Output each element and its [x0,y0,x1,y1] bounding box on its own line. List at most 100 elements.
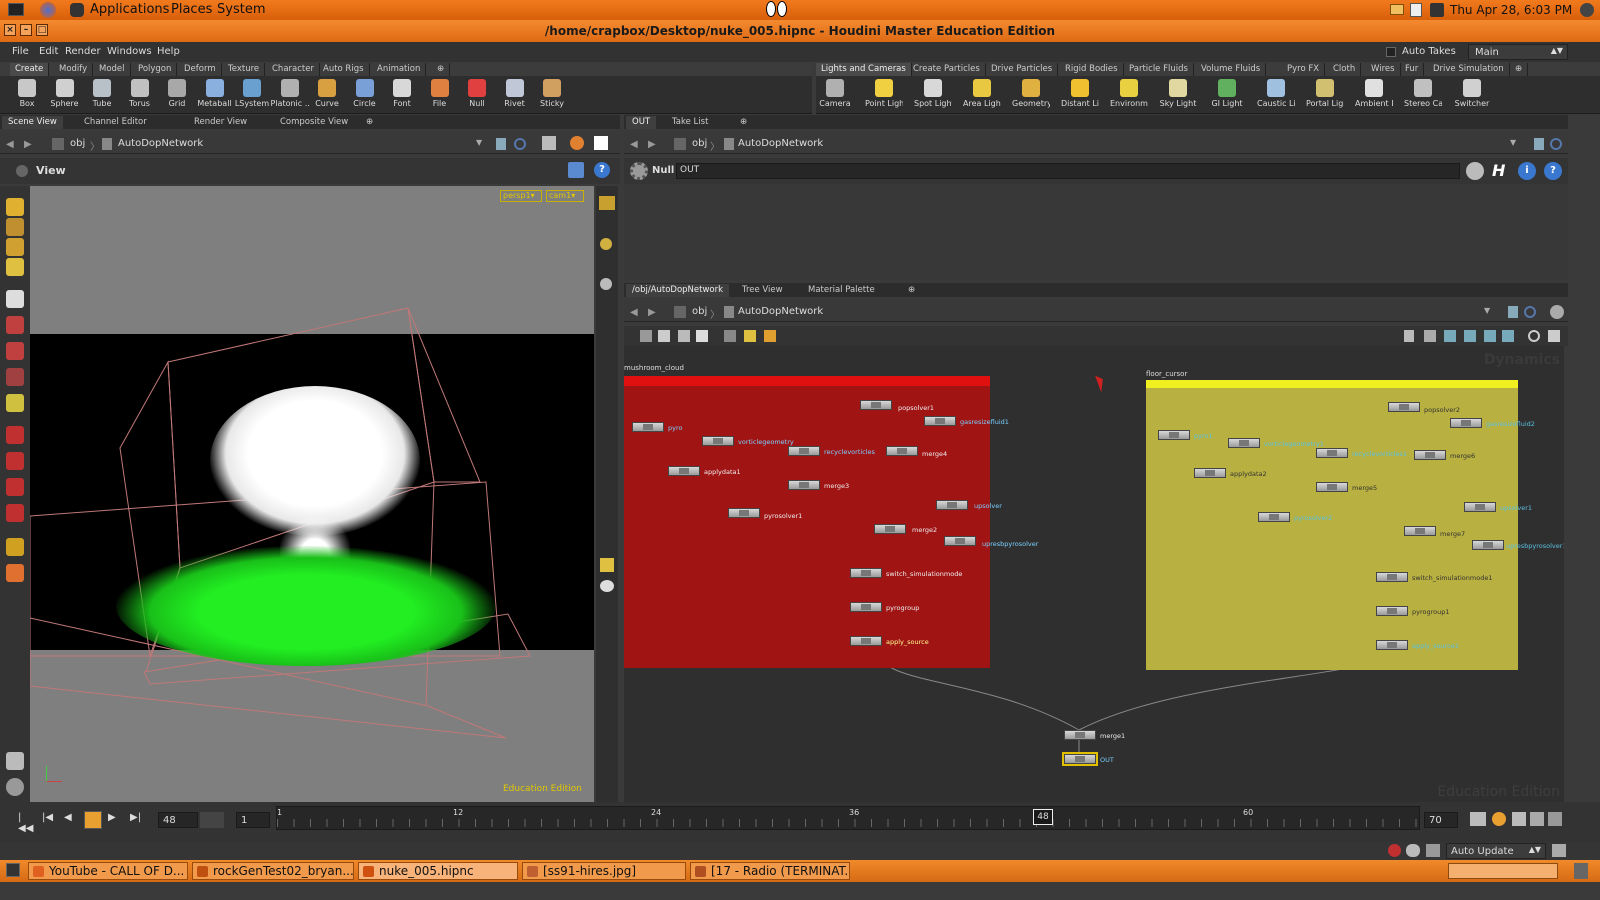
node[interactable] [1376,606,1408,616]
eye-icon[interactable] [600,580,614,592]
shelf-tool-spot-light[interactable]: Spot Light [914,78,952,114]
pane-tab[interactable]: Material Palette [802,284,881,297]
clock[interactable]: Thu Apr 28, 6:03 PM [1450,3,1572,17]
link-icon[interactable] [514,138,526,150]
network-editor[interactable]: Dynamics Education Edition mushroom_clou… [624,346,1564,802]
snap-icon[interactable] [6,538,24,556]
link-icon[interactable] [1550,138,1562,150]
breadcrumb-obj[interactable]: obj [70,138,85,149]
pointer-icon[interactable] [6,290,24,308]
message-icon[interactable] [1552,844,1566,857]
shelf-tab[interactable]: Model [94,63,131,76]
shelf-tool-rivet[interactable]: Rivet [496,78,534,114]
power-icon[interactable] [1580,3,1594,17]
end-frame-field[interactable]: 70 [1424,812,1458,828]
mail-icon[interactable] [1390,4,1404,15]
node[interactable] [1194,468,1226,478]
sphere-display-icon[interactable] [600,278,612,290]
shelf-tool-distant-li[interactable]: Distant Li... [1061,78,1099,114]
firefox-icon[interactable] [40,2,56,18]
tile-view-icon[interactable] [658,330,670,342]
menu-render[interactable]: Render [65,46,101,57]
menu-system[interactable]: System [217,2,265,17]
node[interactable] [874,524,906,534]
persp-menu[interactable]: persp1▾ [500,190,542,202]
cam-menu[interactable]: cam1▾ [546,190,584,202]
help-icon[interactable]: ? [594,162,610,178]
stop-icon[interactable] [1388,844,1401,857]
shelf-tool-ambient-l[interactable]: Ambient L... [1355,78,1393,114]
pane-tab[interactable]: Scene View [2,116,63,129]
shelf-tab[interactable]: Modify [54,63,94,76]
node[interactable] [1464,502,1496,512]
node[interactable] [1376,572,1408,582]
add-pane-tab-icon[interactable]: ⊕ [360,116,379,129]
pane-tab[interactable]: /obj/AutoDopNetwork [626,284,730,297]
add-pane-tab-icon[interactable]: ⊕ [734,116,753,129]
align-icon[interactable] [1424,330,1436,342]
shelf-tool-geometry[interactable]: Geometry... [1012,78,1050,114]
menu-help[interactable]: Help [157,46,180,57]
cloud-icon[interactable] [1406,844,1420,857]
scene-viewport[interactable]: persp1▾ cam1▾ Education Edition [30,186,594,802]
shelf-tool-area-light[interactable]: Area Light [963,78,1001,114]
shelf-tab[interactable]: Wires [1366,63,1401,76]
node[interactable] [850,636,882,646]
light-icon[interactable] [600,238,612,250]
houdini-h-icon[interactable]: H [1492,161,1510,181]
settings-gear-icon[interactable] [1550,305,1564,319]
pane-tab[interactable]: OUT [626,116,657,129]
pane-tab[interactable]: Render View [188,116,253,129]
terminal-icon[interactable] [8,3,24,16]
document-icon[interactable] [1410,3,1422,17]
cube-icon[interactable] [542,136,556,150]
zoom-icon[interactable] [1528,330,1540,342]
node[interactable] [886,446,918,456]
shelf-tool-switcher[interactable]: Switcher [1453,78,1491,114]
folder-icon[interactable] [764,330,776,342]
list-view-icon[interactable] [640,330,652,342]
node[interactable] [944,536,976,546]
shelf-tool-curve[interactable]: Curve [308,78,346,114]
info-icon[interactable]: i [1518,162,1536,180]
node[interactable] [860,400,892,410]
playback-options-icon[interactable] [1470,812,1486,826]
shelf-tool-sky-light[interactable]: Sky Light [1159,78,1197,114]
translate-icon[interactable] [6,316,24,334]
link-icon[interactable] [1524,306,1536,318]
arrange-icon[interactable] [1444,330,1456,342]
shelf-tab[interactable]: Animation [372,63,427,76]
node[interactable] [1316,482,1348,492]
shelf-tool-null[interactable]: Null [458,78,496,114]
shelf-tab[interactable]: Auto Rigs [318,63,370,76]
shelf-tab[interactable]: Pyro FX [1282,63,1326,76]
add-shelf-tab-icon[interactable]: ⊕ [432,63,451,76]
auto-update-select[interactable]: Auto Update ▲▼ [1446,843,1546,859]
magnet-icon-4[interactable] [6,504,24,522]
back-arrow-icon[interactable]: ◀ [630,307,638,318]
jump-start-button[interactable]: |◀◀ [18,812,36,834]
network-box-icon[interactable] [724,330,736,342]
trash-icon[interactable] [1574,863,1588,879]
shelf-tool-file[interactable]: File [421,78,459,114]
shelf-tool-tube[interactable]: Tube [83,78,121,114]
handle-icon[interactable] [6,394,24,412]
notes-icon[interactable] [6,752,24,770]
shelf-tab[interactable]: Drive Simulation [1428,63,1510,76]
breadcrumb-obj[interactable]: obj [692,306,707,317]
shelf-tab[interactable]: Create [10,63,50,76]
shelf-tab[interactable]: Create Particles [908,63,986,76]
shelf-tab[interactable]: Texture [223,63,266,76]
node[interactable] [1404,526,1436,536]
audio-icon[interactable] [1512,812,1526,826]
render-sphere-icon[interactable] [570,136,584,150]
shelf-tool-lsystem[interactable]: LSystem [233,78,271,114]
shelf-tool-torus[interactable]: Torus [121,78,159,114]
pin-icon[interactable] [1508,306,1518,318]
add-shelf-tab-icon[interactable]: ⊕ [1510,63,1529,76]
shelf-tab[interactable]: Cloth [1328,63,1362,76]
node[interactable] [728,508,760,518]
node[interactable] [936,500,968,510]
shelf-tab[interactable]: Fur [1400,63,1425,76]
realtime-toggle-icon[interactable] [1492,812,1506,826]
